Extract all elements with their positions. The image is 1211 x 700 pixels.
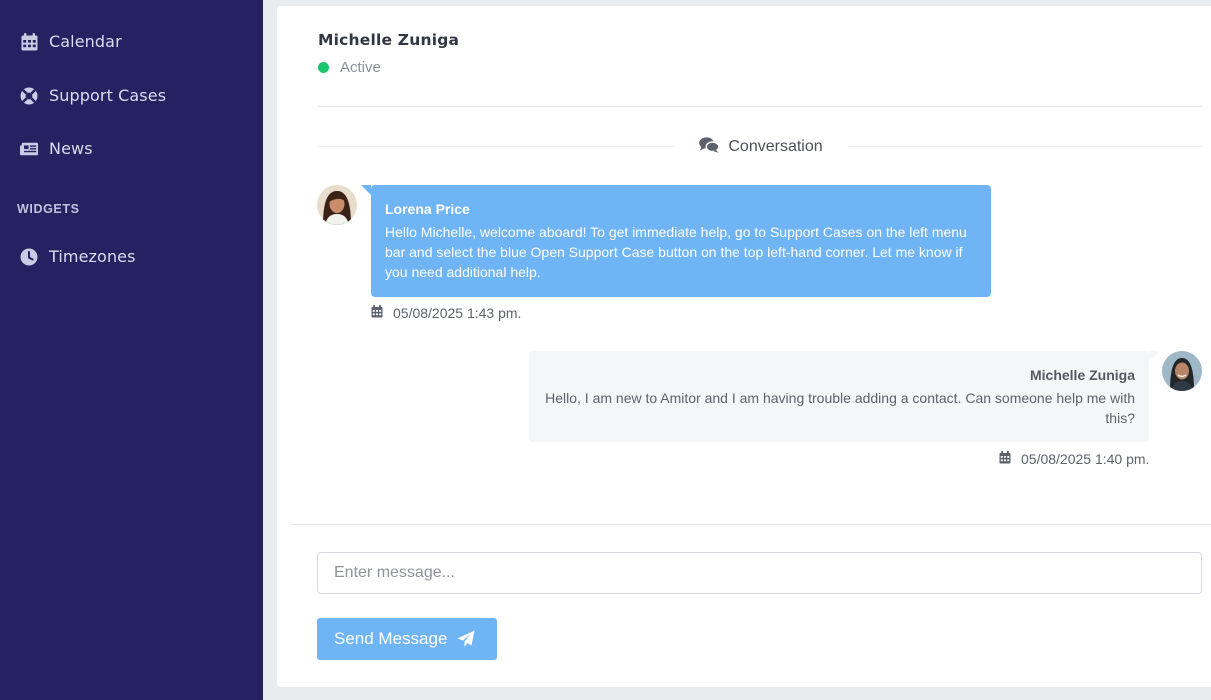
timestamp-text: 05/08/2025 1:43 pm. [393, 305, 522, 321]
status-text: Active [340, 59, 381, 76]
newspaper-icon [20, 140, 38, 158]
composer-divider [291, 524, 1211, 525]
header-divider [318, 106, 1202, 107]
sidebar-item-timezones[interactable]: Timezones [20, 247, 136, 266]
message-bubble-outgoing: Michelle Zuniga Hello, I am new to Amito… [529, 351, 1159, 442]
status-indicator [318, 62, 329, 73]
message-text: Hello Michelle, welcome aboard! To get i… [385, 224, 967, 280]
message-text: Hello, I am new to Amitor and I am havin… [545, 390, 1135, 426]
sidebar-item-support-cases[interactable]: Support Cases [20, 86, 166, 105]
sidebar-item-label: Support Cases [49, 86, 167, 105]
contact-name: Michelle Zuniga [318, 31, 460, 49]
calendar-icon [20, 32, 38, 51]
comments-icon [699, 136, 720, 158]
sidebar-item-label: Calendar [49, 32, 122, 51]
conversation-heading-label: Conversation [728, 138, 823, 155]
message-sender: Michelle Zuniga [1029, 367, 1135, 383]
message-input[interactable] [317, 552, 1202, 594]
message-bubble-incoming: Lorena Price Hello Michelle, welcome abo… [361, 185, 991, 297]
send-message-label: Send Message [334, 629, 448, 648]
sidebar-section-widgets: WIDGETS [17, 202, 80, 216]
timestamp-text: 05/08/2025 1:40 pm. [1021, 451, 1150, 467]
avatar [317, 185, 357, 225]
calendar-icon [999, 451, 1011, 467]
contact-status: Active [318, 59, 381, 76]
send-message-button[interactable]: Send Message [317, 618, 497, 660]
avatar [1162, 351, 1202, 391]
sidebar-item-label: Timezones [49, 247, 136, 266]
message-sender: Lorena Price [385, 201, 470, 217]
paper-plane-icon [457, 630, 475, 651]
sidebar-item-news[interactable]: News [20, 139, 93, 158]
conversation-heading: Conversation [674, 134, 848, 160]
calendar-icon [371, 305, 383, 321]
sidebar-item-calendar[interactable]: Calendar [20, 32, 122, 51]
life-ring-icon [20, 87, 38, 105]
message-timestamp: 05/08/2025 1:40 pm. [999, 451, 1149, 467]
clock-icon [20, 248, 38, 266]
sidebar-item-label: News [49, 139, 93, 158]
sidebar: Calendar Support Cases News WIDGETS Time… [0, 0, 263, 700]
message-timestamp: 05/08/2025 1:43 pm. [371, 305, 521, 321]
